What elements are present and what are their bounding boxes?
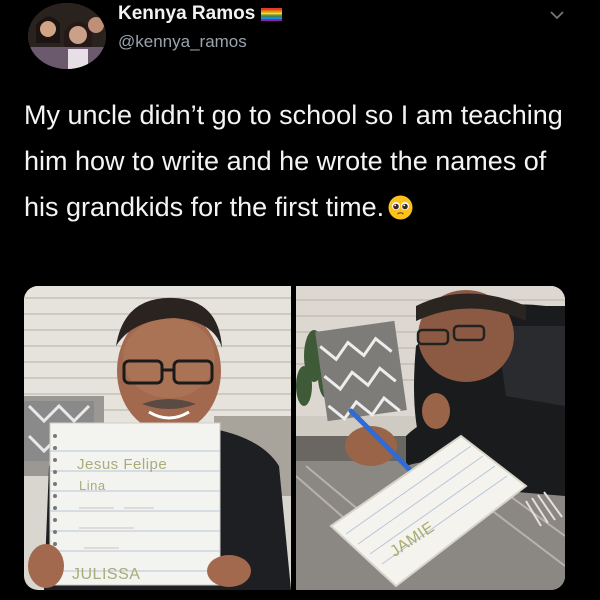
rainbow-flag-icon bbox=[261, 7, 283, 21]
notebook-text-line-1: Jesus Felipe bbox=[77, 456, 168, 473]
tweet-body: My uncle didn’t go to school so I am tea… bbox=[24, 100, 563, 222]
photo-man-writing[interactable]: JAMIE bbox=[296, 286, 565, 590]
notebook-text-line-bottom: JULISSA bbox=[72, 566, 141, 583]
user-handle[interactable]: @kennya_ramos bbox=[118, 32, 247, 52]
notebook-text-line-2: Lina bbox=[79, 478, 106, 493]
tweet-text: My uncle didn’t go to school so I am tea… bbox=[24, 92, 584, 230]
tweet-card: Kennya Ramos @kennya_ramos My uncle didn… bbox=[0, 0, 600, 600]
photo-man-holding-notebook[interactable]: Jesus Felipe Lina JULISSA bbox=[24, 286, 291, 590]
chevron-down-icon[interactable] bbox=[546, 4, 568, 26]
display-name[interactable]: Kennya Ramos bbox=[118, 3, 255, 25]
avatar[interactable] bbox=[28, 3, 106, 69]
pleading-face-emoji-icon bbox=[388, 188, 413, 220]
media-grid[interactable]: Jesus Felipe Lina JULISSA JAMIE bbox=[24, 286, 565, 590]
